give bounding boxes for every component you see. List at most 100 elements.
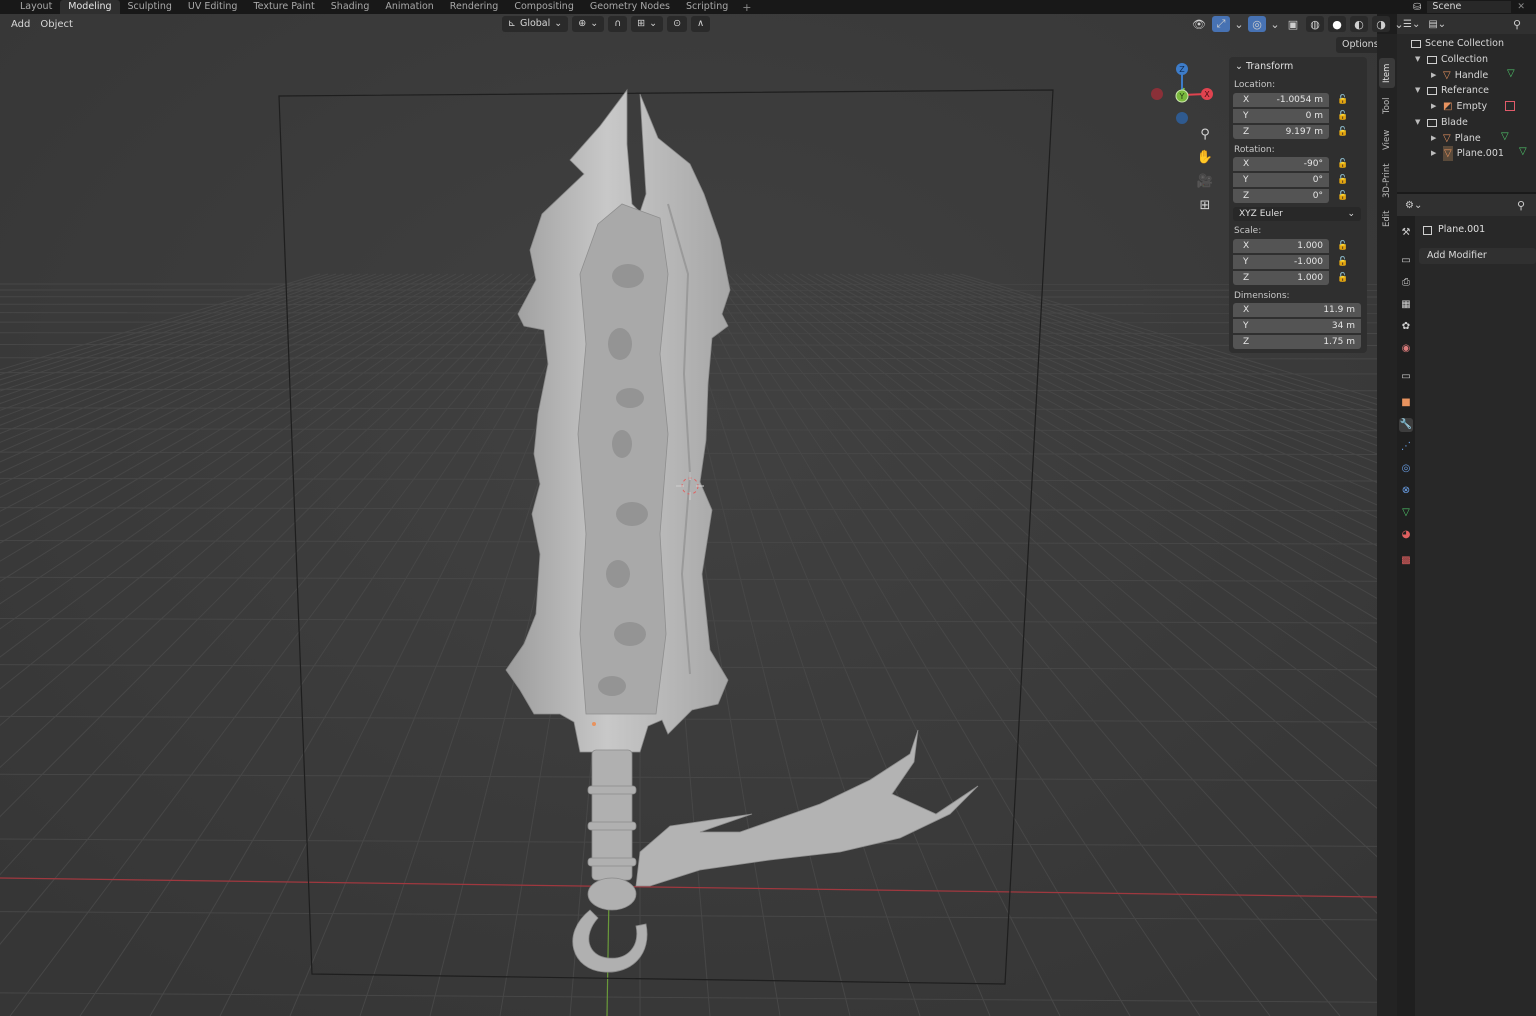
lock-icon[interactable]: 🔓 <box>1329 175 1357 185</box>
expand-arrow-icon[interactable]: ▶ <box>1431 146 1439 161</box>
tool-tab-icon[interactable]: ⚒ <box>1399 226 1413 240</box>
solid-shading-icon[interactable]: ● <box>1328 16 1346 32</box>
tab-workspace-scripting[interactable]: Scripting <box>678 0 736 14</box>
expand-arrow-icon[interactable]: ▶ <box>1431 68 1439 83</box>
outliner-blade[interactable]: ▼ Blade <box>1415 115 1468 130</box>
tab-view[interactable]: View <box>1379 126 1395 154</box>
dimensions-z-field[interactable]: Z 1.75 m <box>1233 335 1361 350</box>
lock-icon[interactable]: 🔓 <box>1329 159 1357 169</box>
expand-arrow-icon[interactable]: ▼ <box>1415 52 1423 67</box>
add-modifier-button[interactable]: Add Modifier <box>1419 248 1536 264</box>
close-icon[interactable]: ✕ <box>1517 2 1525 12</box>
expand-arrow-icon[interactable]: ▼ <box>1415 83 1423 98</box>
outliner-handle[interactable]: ▶ ▽ Handle <box>1431 68 1488 83</box>
rotation-z-field[interactable]: Z 0° <box>1233 189 1329 204</box>
image-data-icon[interactable] <box>1505 101 1515 111</box>
visibility-eye-icon[interactable]: 👁 <box>1190 16 1208 32</box>
expand-arrow-icon[interactable]: ▼ <box>1415 115 1423 130</box>
collection-tab-icon[interactable]: ▭ <box>1399 370 1413 384</box>
camera-view-icon[interactable]: 🎥 <box>1194 172 1216 192</box>
navigation-gizmo[interactable]: Z X Y <box>1148 60 1218 130</box>
ortho-grid-icon[interactable]: ⊞ <box>1194 196 1216 216</box>
world-tab-icon[interactable]: ◉ <box>1399 342 1413 356</box>
snap-target-dropdown[interactable]: ⊞ ⌄ <box>631 16 664 32</box>
lock-icon[interactable]: 🔓 <box>1329 191 1357 201</box>
lock-icon[interactable]: 🔓 <box>1329 95 1357 105</box>
scene-icon[interactable]: ⛁ <box>1413 2 1421 13</box>
falloff-dropdown[interactable]: ∧ <box>691 16 711 32</box>
scale-y-field[interactable]: Y -1.000 <box>1233 254 1329 269</box>
overlays-toggle-icon[interactable]: ◎ <box>1248 16 1266 32</box>
constraints-tab-icon[interactable]: ⊗ <box>1399 484 1413 498</box>
search-icon[interactable]: ⚲ <box>1517 199 1525 212</box>
location-y-field[interactable]: Y 0 m <box>1233 108 1329 123</box>
transform-orientation-dropdown[interactable]: ⊾ Global ⌄ <box>502 16 569 32</box>
tab-workspace-shading[interactable]: Shading <box>323 0 378 14</box>
mesh-data-icon[interactable]: ▽ <box>1519 146 1527 157</box>
expand-arrow-icon[interactable]: ▶ <box>1431 99 1439 114</box>
texture-tab-icon[interactable]: ▩ <box>1399 554 1413 568</box>
lock-icon[interactable]: 🔓 <box>1329 273 1357 283</box>
xray-toggle-icon[interactable]: ▣ <box>1284 16 1302 32</box>
chevron-down-icon[interactable]: ⌄ <box>1234 16 1244 32</box>
editor-type-icon[interactable]: ☰⌄ <box>1403 19 1420 30</box>
outliner-plane-001[interactable]: ▶ ▽ Plane.001 <box>1431 146 1504 161</box>
material-tab-icon[interactable]: ◕ <box>1399 528 1413 542</box>
lock-icon[interactable]: 🔓 <box>1329 111 1357 121</box>
tab-edit[interactable]: Edit <box>1379 206 1395 232</box>
mesh-data-icon[interactable]: ▽ <box>1507 68 1515 79</box>
render-tab-icon[interactable]: ▭ <box>1399 254 1413 268</box>
proportional-edit-toggle[interactable]: ⊙ <box>667 16 688 32</box>
tab-3d-print[interactable]: 3D-Print <box>1379 160 1395 202</box>
lock-icon[interactable]: 🔓 <box>1329 257 1357 267</box>
tab-workspace-texture-paint[interactable]: Texture Paint <box>245 0 322 14</box>
scale-z-field[interactable]: Z 1.000 <box>1233 270 1329 285</box>
outliner-collection[interactable]: ▼ Collection <box>1415 52 1488 67</box>
outliner-empty[interactable]: ▶ ◩ Empty <box>1431 99 1487 114</box>
tab-workspace-geometry-nodes[interactable]: Geometry Nodes <box>582 0 678 14</box>
view-layer-tab-icon[interactable]: ▦ <box>1399 298 1413 312</box>
zoom-icon[interactable]: ⚲ <box>1194 125 1216 145</box>
location-z-field[interactable]: Z 9.197 m <box>1233 124 1329 139</box>
wireframe-shading-icon[interactable]: ◍ <box>1306 16 1324 32</box>
add-menu[interactable]: Add <box>6 19 35 30</box>
dimensions-x-field[interactable]: X 11.9 m <box>1233 303 1361 318</box>
rendered-shading-icon[interactable]: ◑ <box>1372 16 1390 32</box>
location-x-field[interactable]: X -1.0054 m <box>1233 92 1329 107</box>
object-name-field[interactable]: Plane.001 <box>1419 222 1536 238</box>
physics-tab-icon[interactable]: ◎ <box>1399 462 1413 476</box>
tab-item[interactable]: Item <box>1379 58 1395 88</box>
material-shading-icon[interactable]: ◐ <box>1350 16 1368 32</box>
transform-panel-header[interactable]: ⌄ Transform <box>1233 59 1363 75</box>
tab-workspace-animation[interactable]: Animation <box>377 0 441 14</box>
3d-viewport[interactable] <box>0 14 1377 1016</box>
lock-icon[interactable]: 🔓 <box>1329 241 1357 251</box>
chevron-down-icon[interactable]: ⌄ <box>1270 16 1280 32</box>
rotation-y-field[interactable]: Y 0° <box>1233 173 1329 188</box>
outliner-scene-collection[interactable]: Scene Collection <box>1411 36 1504 51</box>
outliner-plane[interactable]: ▶ ▽ Plane <box>1431 131 1481 146</box>
object-tab-icon[interactable]: ■ <box>1399 396 1413 410</box>
pan-hand-icon[interactable]: ✋ <box>1194 148 1216 168</box>
dimensions-y-field[interactable]: Y 34 m <box>1233 319 1361 334</box>
mesh-data-icon[interactable]: ▽ <box>1501 131 1509 142</box>
scene-name-field[interactable]: Scene <box>1427 1 1512 13</box>
editor-type-icon[interactable]: ⚙⌄ <box>1405 200 1422 211</box>
expand-arrow-icon[interactable]: ▶ <box>1431 131 1439 146</box>
pivot-point-dropdown[interactable]: ⊕ ⌄ <box>572 16 605 32</box>
tab-workspace-compositing[interactable]: Compositing <box>506 0 582 14</box>
object-menu[interactable]: Object <box>35 19 78 30</box>
scale-x-field[interactable]: X 1.000 <box>1233 238 1329 253</box>
output-tab-icon[interactable]: ⎙ <box>1399 276 1413 290</box>
gizmo-toggle-icon[interactable]: ⤢ <box>1212 16 1230 32</box>
rotation-mode-dropdown[interactable]: XYZ Euler ⌄ <box>1233 207 1361 221</box>
tab-workspace-uv-editing[interactable]: UV Editing <box>180 0 246 14</box>
tab-workspace-modeling[interactable]: Modeling <box>60 0 120 14</box>
particles-tab-icon[interactable]: ⋰ <box>1399 440 1413 454</box>
scene-tab-icon[interactable]: ✿ <box>1399 320 1413 334</box>
tab-workspace-layout[interactable]: Layout <box>12 0 60 14</box>
display-mode-icon[interactable]: ▤⌄ <box>1428 19 1446 30</box>
mesh-data-tab-icon[interactable]: ▽ <box>1399 506 1413 520</box>
rotation-x-field[interactable]: X -90° <box>1233 157 1329 172</box>
modifier-wrench-icon[interactable]: 🔧 <box>1399 418 1413 432</box>
